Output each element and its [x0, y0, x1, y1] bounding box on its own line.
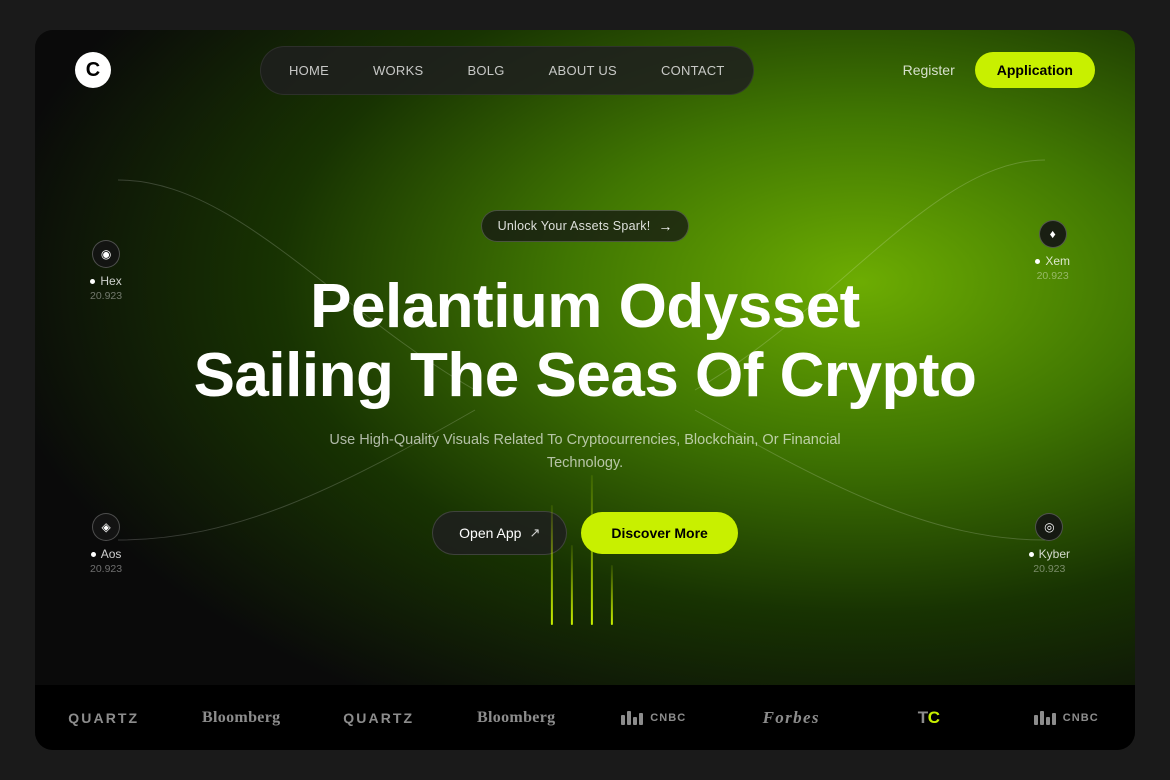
hero-section: ◉ Hex 20.923 ♦ Xem 20.923 ◈ A	[35, 110, 1135, 685]
logo[interactable]: C	[75, 52, 111, 88]
nav-right: Register Application	[903, 52, 1095, 88]
logos-bar: QUARTZ Bloomberg QUARTZ Bloomberg CNBC F…	[35, 685, 1135, 750]
node-xem: ♦ Xem 20.923	[1035, 220, 1070, 282]
kyber-label: Kyber	[1039, 547, 1070, 561]
logo-cnbc-1: CNBC	[585, 685, 723, 750]
logo-quartz-2: QUARTZ	[310, 685, 448, 750]
chart-line-1	[551, 505, 553, 625]
nav-bolg[interactable]: BOLG	[445, 55, 526, 86]
open-app-arrow-icon: ↗	[529, 525, 540, 541]
chart-line-3	[591, 475, 593, 625]
navbar: C HOME WORKS BOLG ABOUT US CONTACT Regis…	[35, 30, 1135, 110]
open-app-label: Open App	[459, 525, 521, 541]
logo-quartz-1: QUARTZ	[35, 685, 173, 750]
open-app-button[interactable]: Open App ↗	[432, 511, 567, 555]
aos-dot: ◈	[92, 513, 120, 541]
node-hex: ◉ Hex 20.923	[90, 240, 122, 302]
main-container: C HOME WORKS BOLG ABOUT US CONTACT Regis…	[35, 30, 1135, 750]
cnbc-bars-1	[621, 711, 643, 725]
aos-indicator	[91, 552, 96, 557]
register-button[interactable]: Register	[903, 62, 955, 78]
xem-indicator	[1035, 259, 1040, 264]
hex-dot: ◉	[92, 240, 120, 268]
hero-title-line1: Pelantium Odysset	[310, 272, 860, 341]
xem-dot: ♦	[1039, 220, 1067, 248]
nav-about[interactable]: ABOUT US	[527, 55, 639, 86]
kyber-indicator	[1029, 552, 1034, 557]
hero-title: Pelantium Odysset Sailing The Seas Of Cr…	[194, 272, 977, 411]
kyber-dot: ◎	[1035, 513, 1063, 541]
xem-value: 20.923	[1037, 270, 1069, 282]
badge-arrow-icon: →	[658, 218, 672, 234]
nav-links: HOME WORKS BOLG ABOUT US CONTACT	[260, 46, 754, 95]
aos-label: Aos	[101, 547, 122, 561]
hex-label: Hex	[100, 274, 121, 288]
logo-bloomberg-2: Bloomberg	[448, 685, 586, 750]
cnbc-icon-2: CNBC	[1034, 711, 1099, 725]
hero-title-line2: Sailing The Seas Of Crypto	[194, 341, 977, 410]
hero-badge[interactable]: Unlock Your Assets Spark! →	[481, 210, 690, 242]
nav-works[interactable]: WORKS	[351, 55, 445, 86]
nav-contact[interactable]: CONTACT	[639, 55, 747, 86]
chart-line-2	[571, 545, 573, 625]
node-aos: ◈ Aos 20.923	[90, 513, 122, 575]
logo-symbol: C	[75, 52, 111, 88]
logo-cnbc-2: CNBC	[998, 685, 1136, 750]
hex-value: 20.923	[90, 290, 122, 302]
cnbc-bars-2	[1034, 711, 1056, 725]
aos-value: 20.923	[90, 563, 122, 575]
logo-techcrunch: TC	[860, 685, 998, 750]
logo-bloomberg-1: Bloomberg	[173, 685, 311, 750]
nav-home[interactable]: HOME	[267, 55, 351, 86]
chart-decoration	[551, 465, 613, 625]
cnbc-icon-1: CNBC	[621, 711, 686, 725]
logo-forbes: Forbes	[723, 685, 861, 750]
xem-label: Xem	[1045, 254, 1070, 268]
hex-indicator	[90, 279, 95, 284]
kyber-value: 20.923	[1033, 563, 1065, 575]
application-button[interactable]: Application	[975, 52, 1095, 88]
hero-badge-text: Unlock Your Assets Spark!	[498, 219, 651, 233]
node-kyber: ◎ Kyber 20.923	[1029, 513, 1070, 575]
chart-line-4	[611, 565, 613, 625]
